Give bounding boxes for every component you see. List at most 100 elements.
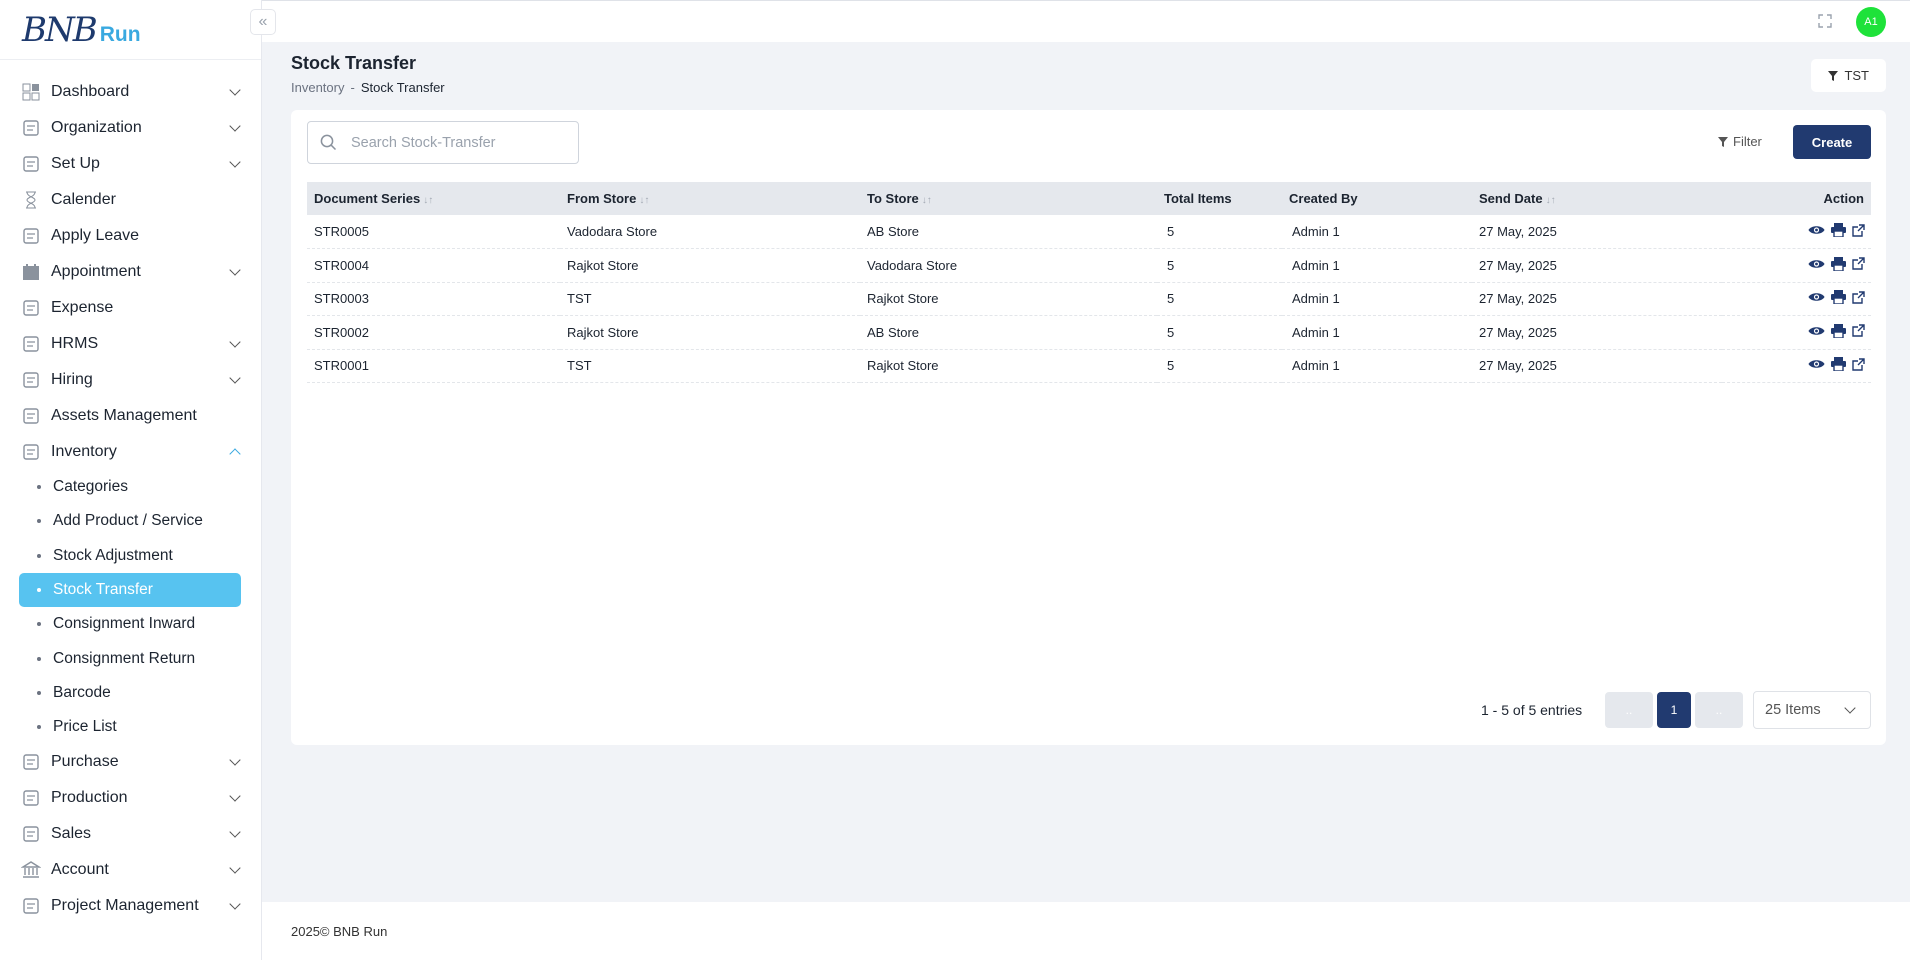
view-eye-icon[interactable]: [1808, 358, 1825, 373]
table-row: STR0003 TST Rajkot Store 5 Admin 1 27 May, 20…: [307, 282, 1871, 316]
cell-document-series: STR0003: [314, 291, 369, 307]
open-external-icon[interactable]: [1852, 223, 1865, 240]
sidebar-item-label: Calender: [51, 191, 116, 208]
submenu-item-label: Stock Transfer: [53, 581, 153, 599]
sidebar-item-purchase[interactable]: Purchase: [0, 744, 261, 780]
submenu-item-consignment-return[interactable]: Consignment Return: [19, 641, 241, 675]
sidebar-item-dashboard[interactable]: Dashboard: [0, 74, 261, 110]
open-external-icon[interactable]: [1852, 324, 1865, 340]
col-send-date[interactable]: Send Date ↓↑: [1472, 182, 1722, 215]
view-eye-icon[interactable]: [1808, 325, 1825, 340]
submenu-item-stock-transfer[interactable]: Stock Transfer: [19, 572, 241, 608]
chevron-down-icon: [229, 862, 241, 875]
sidebar: BNB Run Dashboard Organization Set Up Calen…: [0, 0, 262, 960]
sidebar-item-sales[interactable]: Sales: [0, 816, 261, 852]
cell-from-store: Rajkot Store: [567, 257, 639, 273]
sidebar-item-account[interactable]: Account: [0, 852, 261, 888]
sidebar-item-appointment[interactable]: Appointment: [0, 254, 261, 290]
breadcrumb-inventory[interactable]: Inventory: [291, 80, 344, 95]
sidebar-item-project-management[interactable]: Project Management: [0, 888, 261, 924]
filter-button[interactable]: Filter: [1718, 134, 1762, 149]
view-eye-icon[interactable]: [1808, 258, 1825, 273]
chevron-down-icon: [229, 754, 241, 767]
sidebar-item-expense[interactable]: Expense: [0, 290, 261, 326]
user-avatar[interactable]: A1: [1856, 7, 1886, 37]
cell-send-date: 27 May, 2025: [1479, 358, 1557, 374]
view-eye-icon[interactable]: [1808, 291, 1825, 306]
submenu-item-price-list[interactable]: Price List: [19, 710, 241, 744]
sidebar-item-apply-leave[interactable]: Apply Leave: [0, 218, 261, 254]
pagination: .. 1 ..: [1605, 692, 1743, 728]
chevron-down-icon: [229, 120, 241, 132]
page-size-select[interactable]: 25 Items: [1753, 691, 1871, 729]
cell-to-store: Rajkot Store: [867, 358, 939, 374]
submenu-item-label: Add Product / Service: [53, 512, 203, 530]
print-icon[interactable]: [1831, 323, 1846, 341]
sidebar-item-assets-management[interactable]: Assets Management: [0, 398, 261, 434]
chevron-down-icon: [229, 372, 241, 384]
sidebar-item-label: Organization: [51, 119, 142, 136]
submenu-item-consignment-inward[interactable]: Consignment Inward: [19, 607, 241, 641]
cell-total-items: 5: [1167, 324, 1175, 340]
prev-page-button[interactable]: ..: [1605, 692, 1653, 728]
col-total-items: Total Items: [1164, 191, 1232, 206]
cell-actions: [1722, 249, 1871, 283]
stock-transfer-table: Document Series ↓↑ From Store ↓↑ To Store ↓…: [307, 182, 1871, 383]
funnel-icon: [1718, 136, 1728, 147]
print-icon[interactable]: [1831, 357, 1846, 374]
setup-icon: [20, 154, 42, 174]
open-external-icon[interactable]: [1852, 257, 1865, 273]
create-button[interactable]: Create: [1793, 125, 1871, 159]
open-external-icon[interactable]: [1852, 291, 1865, 307]
page-1-button[interactable]: 1: [1657, 692, 1691, 728]
sidebar-item-set-up[interactable]: Set Up: [0, 146, 261, 182]
chevron-down-icon: [229, 826, 241, 839]
col-from-store[interactable]: From Store ↓↑: [560, 182, 860, 215]
cell-send-date: 27 May, 2025: [1479, 257, 1557, 273]
sidebar-item-production[interactable]: Production: [0, 780, 261, 816]
open-external-icon[interactable]: [1852, 358, 1865, 374]
submenu-item-label: Categories: [53, 478, 128, 496]
print-icon[interactable]: [1831, 290, 1846, 307]
breadcrumb: Inventory - Stock Transfer: [291, 80, 445, 95]
sidebar-item-label: Assets Management: [51, 407, 197, 424]
print-icon[interactable]: [1831, 223, 1846, 240]
project-icon: [20, 896, 42, 916]
double-chevron-left-icon: «: [258, 13, 268, 30]
sort-icon: ↓↑: [423, 195, 434, 206]
sidebar-item-label: Apply Leave: [51, 227, 140, 244]
inventory-submenu: Categories Add Product / Service Stock Adj…: [0, 470, 261, 744]
sidebar-item-label: Hiring: [51, 371, 93, 388]
print-icon[interactable]: [1831, 256, 1846, 274]
sidebar-item-organization[interactable]: Organization: [0, 110, 261, 146]
search-input[interactable]: [351, 134, 551, 151]
store-filter-button[interactable]: TST: [1811, 59, 1886, 92]
fullscreen-icon[interactable]: [1818, 14, 1832, 28]
cell-from-store: Vadodara Store: [567, 224, 658, 239]
sidebar-item-label: Project Management: [51, 897, 199, 915]
sidebar-item-hrms[interactable]: HRMS: [0, 326, 261, 362]
chevron-down-icon: [229, 264, 241, 276]
col-document-series[interactable]: Document Series ↓↑: [307, 182, 560, 215]
submenu-item-label: Consignment Return: [53, 649, 196, 667]
footer: 2025© BNB Run: [262, 902, 1910, 960]
next-page-button[interactable]: ..: [1695, 692, 1743, 728]
brand-logo[interactable]: BNB Run: [0, 0, 261, 60]
sidebar-item-inventory[interactable]: Inventory: [0, 434, 261, 470]
sidebar-item-calender[interactable]: Calender: [0, 182, 261, 218]
search-box: [307, 121, 579, 164]
cell-created-by: Admin 1: [1292, 291, 1340, 307]
collapse-sidebar-button[interactable]: «: [250, 9, 276, 35]
submenu-item-categories[interactable]: Categories: [19, 470, 241, 504]
col-to-store[interactable]: To Store ↓↑: [860, 182, 1157, 215]
top-bar: « A1: [250, 0, 1910, 42]
sidebar-item-hiring[interactable]: Hiring: [0, 362, 261, 398]
submenu-item-stock-adjustment[interactable]: Stock Adjustment: [19, 539, 241, 573]
hiring-icon: [20, 370, 42, 390]
bullet-icon: [37, 588, 41, 593]
view-eye-icon[interactable]: [1808, 224, 1825, 239]
dashboard-icon: [20, 82, 42, 102]
cell-to-store: AB Store: [867, 224, 920, 239]
submenu-item-barcode[interactable]: Barcode: [19, 676, 241, 710]
submenu-item-add-product-service[interactable]: Add Product / Service: [19, 504, 241, 538]
